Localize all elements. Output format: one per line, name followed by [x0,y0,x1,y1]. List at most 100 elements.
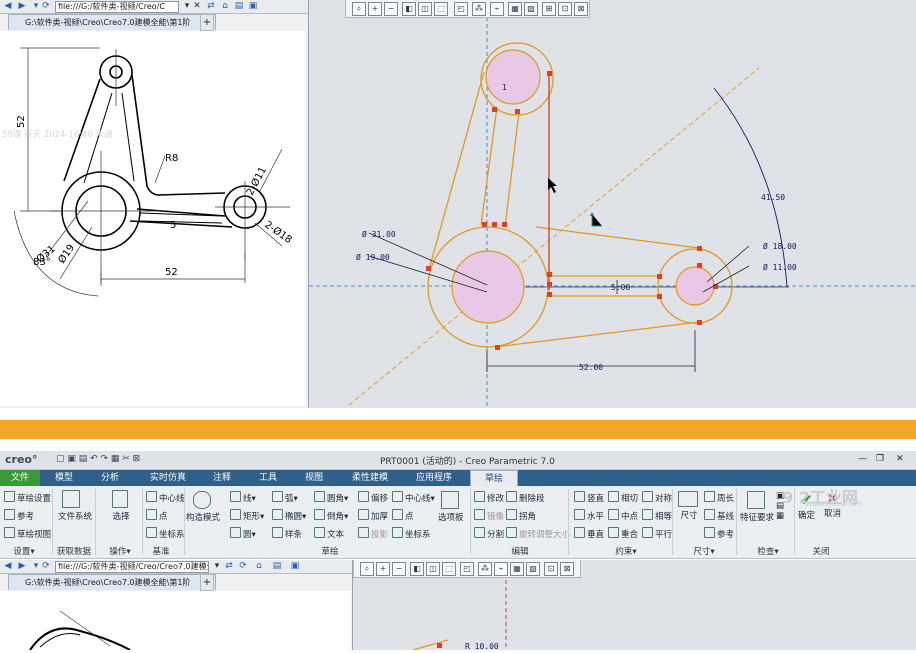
perpendicular-constraint-button[interactable]: 垂直 [574,527,604,540]
zoom-in-icon[interactable]: + [368,2,382,16]
tab-analysis[interactable]: 分析 [92,470,128,486]
arc-button[interactable]: 弧▾ [272,491,298,504]
feature-requirements-button[interactable]: 特征要求 [740,491,774,523]
zoom-out-icon[interactable]: − [384,2,398,16]
refit-icon[interactable]: ⌕ [352,2,366,16]
address-bar[interactable]: file:///G:/软件类-视频/Creo/Creo7.0建模全能 [55,561,209,573]
coincident-constraint-button[interactable]: 重合 [608,527,638,540]
display-style-icon[interactable]: ◫ [426,562,440,576]
fillet-button[interactable]: 圆角▾ [314,491,348,504]
dim-diameter-18[interactable]: Ø 18.00 [763,241,797,251]
quick-access-icons[interactable]: ▢ ▣ ▤ ↶ ↷ ▦ ✂ ⊠ [56,454,140,464]
palette-button[interactable]: 选项板 [438,491,464,523]
perimeter-button[interactable]: 周长 [704,491,734,504]
parallel-constraint-button[interactable]: 平行 [642,527,672,540]
forward-icon[interactable]: ▶ [17,561,27,571]
tab-live-simulation[interactable]: 实时仿真 [140,470,196,486]
corner-button[interactable]: 拐角 [506,509,536,522]
annotation-icon[interactable]: ⌁ [494,562,508,576]
refresh-icon[interactable]: ⟳ [41,561,51,571]
dim-radius-10[interactable]: R 10.00 [465,642,499,651]
tab-file[interactable]: 文件 [0,470,40,486]
spline-button[interactable]: 样条 [272,527,302,540]
ellipse-button[interactable]: 椭圆▾ [272,509,306,522]
home-icon[interactable]: ⌂ [220,1,230,11]
perspective-icon[interactable]: ▧ [526,562,540,576]
dropdown-icon[interactable]: ▾ [31,561,41,571]
sketch-point-button[interactable]: 点 [392,509,414,522]
group-dimension-label[interactable]: 尺寸▾ [684,545,724,557]
tab-view[interactable]: 视图 [296,470,332,486]
sketch-display-icon[interactable]: ⊡ [558,2,572,16]
forward-icon[interactable]: ▶ [17,1,27,11]
chamfer-button[interactable]: 倒角▾ [314,509,348,522]
tab-applications[interactable]: 应用程序 [406,470,462,486]
new-tab-button[interactable]: + [200,14,214,31]
line-button[interactable]: 线▾ [230,491,256,504]
delete-segment-button[interactable]: 删除段 [506,491,545,504]
zoom-in-icon[interactable]: + [376,562,390,576]
go-icon[interactable]: ⇄ [206,1,216,11]
datum-display-icon[interactable]: ⁂ [472,2,486,16]
datum-point-button[interactable]: 点 [146,509,168,522]
dim-diameter-19[interactable]: Ø 19.00 [356,252,390,262]
sketch-centerline-button[interactable]: 中心线▾ [392,491,435,504]
browser-tab[interactable]: G:\软件类-视频\Creo\Creo7.0建模全能\第1阶 [8,14,216,30]
tab-flexible-modeling[interactable]: 柔性建模 [342,470,398,486]
sketch-view-icon[interactable]: ◰ [454,2,468,16]
datum-display-icon[interactable]: ⁂ [478,562,492,576]
view-icon[interactable]: ⬚ [434,2,448,16]
address-bar[interactable]: file:///G:/软件类-视频/Creo/C [55,1,179,13]
home-icon[interactable]: ⌂ [254,561,264,571]
print-icon[interactable]: ▤ [272,561,282,571]
spin-center-icon[interactable]: ⊞ [542,2,556,16]
reference-dim-button[interactable]: 参考 [704,527,734,540]
file-system-button[interactable]: 文件系统 [58,490,92,522]
back-icon[interactable]: ◀ [3,561,13,571]
dim-label-1[interactable]: 1 [502,83,507,92]
refit-icon[interactable]: ⌕ [360,562,374,576]
tab-tools[interactable]: 工具 [250,470,286,486]
references-button[interactable]: 参考 [4,509,34,522]
saved-views-icon[interactable]: ▦ [510,562,524,576]
display-style-icon[interactable]: ◫ [418,2,432,16]
modify-button[interactable]: 修改 [474,491,504,504]
vertical-constraint-button[interactable]: 竖直 [574,491,604,504]
dropdown-icon[interactable]: ▾ [31,1,41,11]
group-inspect-label[interactable]: 检查▾ [748,545,788,557]
constraint-display-icon[interactable]: ⊠ [574,2,588,16]
tab-model[interactable]: 模型 [46,470,82,486]
mirror-button[interactable]: 镜像 [474,509,504,522]
close-icon[interactable]: ✕ [192,1,202,11]
datum-csys-button[interactable]: 坐标系 [146,527,185,540]
sketch-display-icon[interactable]: ⊡ [544,562,558,576]
rectangle-button[interactable]: 矩形▾ [230,509,264,522]
zoom-out-icon[interactable]: − [392,562,406,576]
minimize-icon[interactable]: — [858,454,867,464]
print-icon[interactable]: ▤ [234,1,244,11]
go-icon[interactable]: ⇄ [224,561,234,571]
refresh-icon[interactable]: ⟳ [41,1,51,11]
dropdown-icon[interactable]: ▾ [182,1,192,11]
tab-sketch[interactable]: 草绘 [470,470,518,487]
dropdown-icon[interactable]: ▾ [212,561,222,571]
repaint-icon[interactable]: ◧ [410,562,424,576]
horizontal-constraint-button[interactable]: 水平 [574,509,604,522]
browser-tab[interactable]: G:\软件类-视频\Creo\Creo7.0建模全能\第1阶 [8,574,216,590]
group-operations-label[interactable]: 操作▾ [100,545,140,557]
sketch-setup-button[interactable]: 草绘设置 [4,491,51,504]
saved-views-icon[interactable]: ▦ [508,2,522,16]
select-button[interactable]: 选择 [112,490,130,522]
new-tab-button[interactable]: + [200,574,214,591]
back-icon[interactable]: ◀ [3,1,13,11]
repaint-icon[interactable]: ◧ [402,2,416,16]
annotation-icon[interactable]: ⌁ [490,2,504,16]
offset-button[interactable]: 偏移 [358,491,388,504]
text-button[interactable]: 文本 [314,527,344,540]
dim-diameter-31[interactable]: Ø 31.00 [362,229,396,239]
refresh-icon[interactable]: ⟳ [238,561,248,571]
group-setup-label[interactable]: 设置▾ [6,545,42,557]
rotate-resize-button[interactable]: 旋转调整大小 [506,527,570,540]
sketch-canvas[interactable]: Ø 31.00 Ø 19.00 Ø 18.00 Ø 11.00 5.00 52.… [309,0,916,408]
circle-button[interactable]: 圆▾ [230,527,256,540]
